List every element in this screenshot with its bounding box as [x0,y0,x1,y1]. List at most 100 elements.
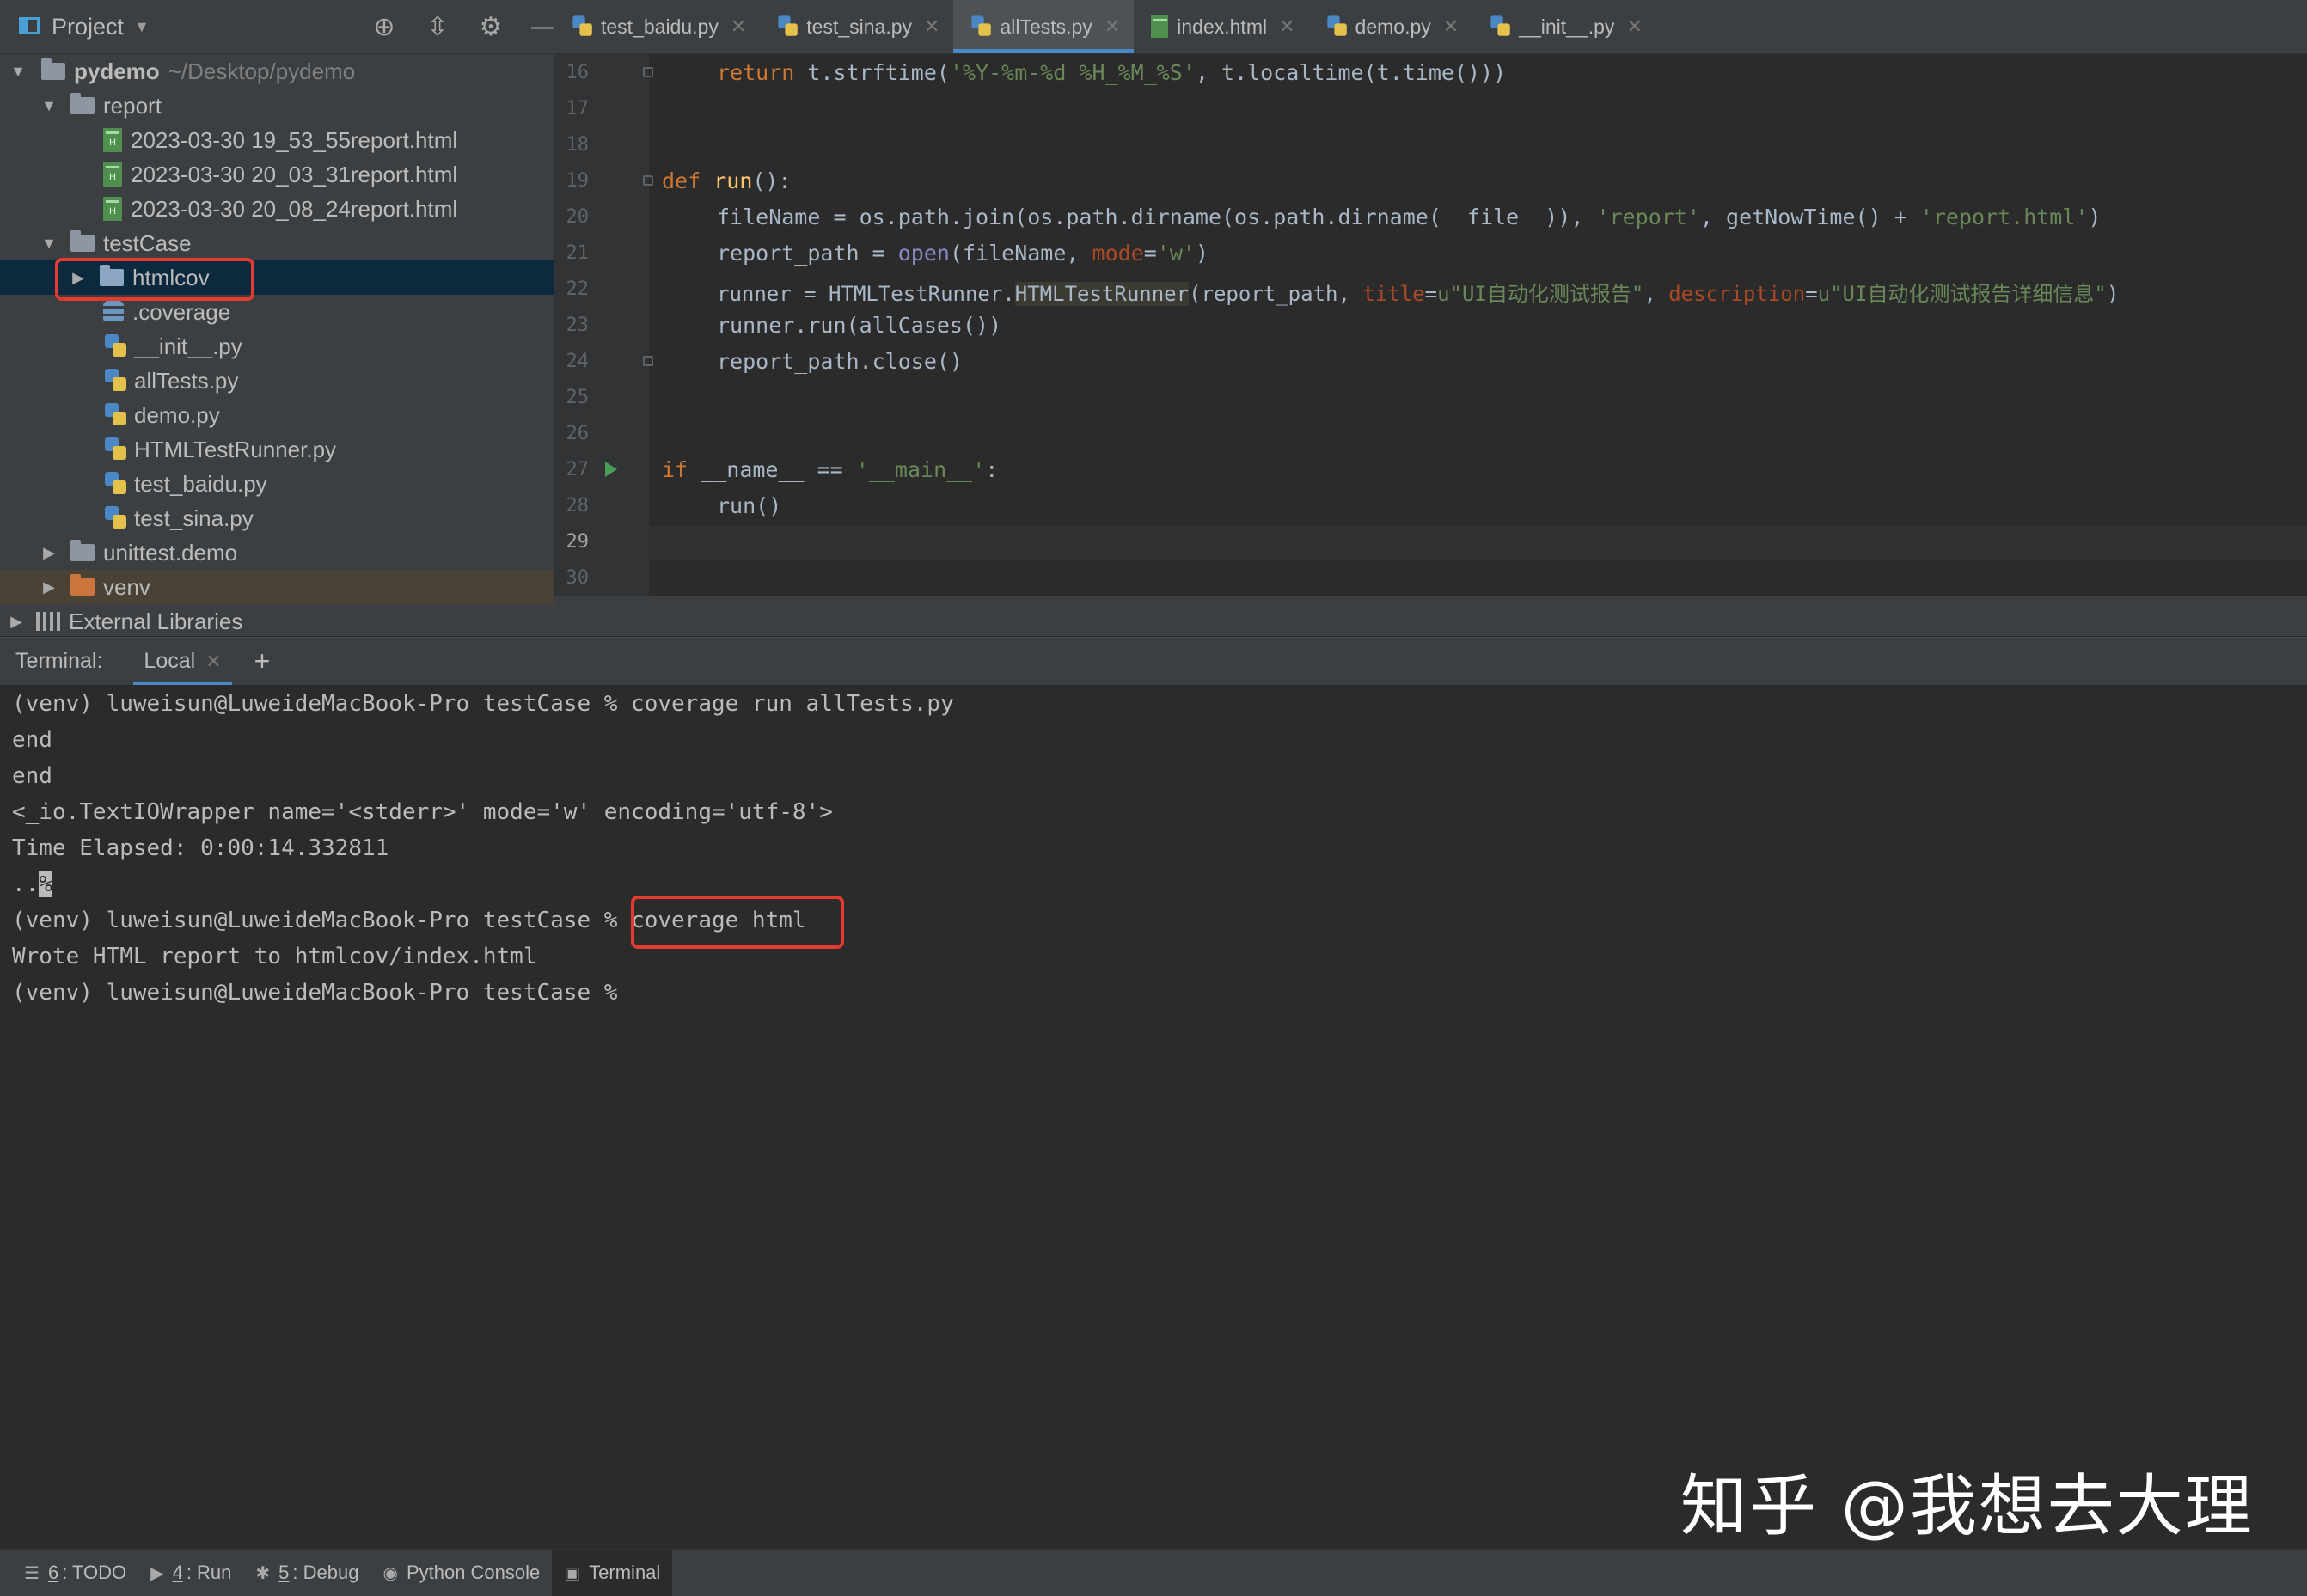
terminal-line: Wrote HTML report to htmlcov/index.html [12,944,537,969]
code-line-20: fileName = os.path.join(os.path.dirname(… [717,205,2102,229]
close-icon[interactable]: ✕ [1626,15,1642,38]
python-file-icon [572,15,592,37]
tree-item-alltests-py[interactable]: allTests.py [105,364,554,398]
tab-index-html[interactable]: index.html ✕ [1134,0,1308,53]
python-file-icon [971,15,992,37]
debug-button[interactable]: ✱ 5: Debug [243,1550,370,1596]
expand-arrow-icon[interactable]: ▼ [40,235,58,253]
line-number-current: 29 [566,531,590,553]
terminal-icon: ▣ [564,1563,581,1583]
terminal-line: <_io.TextIOWrapper name='<stderr>' mode=… [12,799,833,825]
terminal-line: Time Elapsed: 0:00:14.332811 [12,835,389,861]
tab-demo-py[interactable]: demo.py ✕ [1309,0,1473,53]
tab-alltests-py[interactable]: allTests.py ✕ [953,0,1135,53]
watermark: 知乎 @我想去大理 [1680,1468,2254,1545]
tab-test-baidu-py[interactable]: test_baidu.py ✕ [554,0,760,53]
project-path: ~/Desktop/pydemo [168,58,356,84]
tree-item-external-libraries[interactable]: ▶ External Libraries [7,604,554,636]
project-tree: ▼ pydemo ~/Desktop/pydemo ▼ report H 202… [0,54,554,636]
tree-item-pydemo[interactable]: ▼ pydemo ~/Desktop/pydemo [9,54,554,89]
tree-item-label: 2023-03-30 20_03_31report.html [131,161,458,187]
collapse-icon[interactable]: ⇳ [423,12,452,42]
terminal-button[interactable]: ▣ Terminal [552,1550,673,1596]
tree-item-htmltestrunner-py[interactable]: HTMLTestRunner.py [105,432,554,467]
project-window-icon [19,17,40,34]
tree-item-venv[interactable]: ▶ venv [0,570,554,604]
terminal-line: end [12,763,52,789]
todo-button[interactable]: ☰ 6: TODO [12,1550,138,1596]
terminal-line: end [12,727,52,753]
line-number: 28 [566,495,590,517]
fold-marker-icon[interactable] [643,356,653,366]
line-number: 18 [566,134,590,156]
bug-icon: ✱ [255,1563,271,1583]
expand-arrow-icon[interactable]: ▼ [9,63,28,81]
line-number: 21 [566,242,590,264]
list-icon: ☰ [24,1563,40,1583]
tree-item-demo-py[interactable]: demo.py [105,398,554,432]
collapse-arrow-icon[interactable]: ▶ [40,578,58,596]
run-button[interactable]: ▶ 4: Run [138,1550,243,1596]
python-file-icon [1490,15,1510,37]
python-file-icon [105,403,127,427]
python-console-button[interactable]: ◉ Python Console [370,1550,552,1596]
chevron-down-icon[interactable]: ▼ [134,18,150,36]
folder-icon [70,540,95,561]
python-file-icon [105,437,127,462]
tree-item-report-file[interactable]: H 2023-03-30 20_08_24report.html [103,192,554,226]
fold-marker-icon[interactable] [643,175,653,186]
gear-icon[interactable]: ⚙ [476,12,505,42]
line-number: 23 [566,315,590,336]
folder-icon [41,58,65,80]
line-number: 27 [566,459,590,480]
line-number: 19 [566,170,590,192]
close-icon[interactable]: ✕ [924,15,939,38]
close-icon[interactable]: ✕ [1443,15,1459,38]
tree-item-report-file[interactable]: H 2023-03-30 20_03_31report.html [103,157,554,192]
tab-init-py[interactable]: __init__.py ✕ [1472,0,1656,53]
code-line-28: run() [717,493,782,518]
collapse-arrow-icon[interactable]: ▶ [7,613,26,631]
tree-item-label: External Libraries [69,608,243,634]
python-file-icon [105,369,127,393]
python-file-icon [105,472,127,496]
project-view-selector[interactable]: Project [52,14,124,40]
database-icon [103,301,124,323]
tree-item-label: report [103,92,162,119]
html-file-icon [1151,15,1169,38]
line-number: 30 [566,567,590,589]
tree-item-label: HTMLTestRunner.py [134,436,337,462]
tree-item-report[interactable]: ▼ report [40,89,554,123]
python-file-icon [1326,15,1347,37]
line-number: 20 [566,206,590,228]
close-icon[interactable]: ✕ [205,651,221,673]
tree-item-report-file[interactable]: H 2023-03-30 19_53_55report.html [103,123,554,157]
tree-item-test-sina-py[interactable]: test_sina.py [105,501,554,535]
close-icon[interactable]: ✕ [1105,15,1120,38]
python-file-icon [105,506,127,530]
crosshair-icon[interactable]: ⊕ [370,12,399,42]
html-file-icon: H [103,197,122,221]
line-number: 17 [566,98,590,119]
tab-label: index.html [1177,15,1268,38]
current-line-highlight [649,526,2307,560]
tab-label: test_sina.py [806,15,913,38]
tree-item-testcase[interactable]: ▼ testCase [40,226,554,260]
fold-marker-icon[interactable] [643,67,653,77]
collapse-arrow-icon[interactable]: ▶ [40,544,58,562]
tree-item-label: 2023-03-30 19_53_55report.html [131,126,458,153]
library-icon [36,612,62,631]
tree-item-unittest-demo[interactable]: ▶ unittest.demo [40,535,554,570]
expand-arrow-icon[interactable]: ▼ [40,97,58,115]
terminal-tab-local[interactable]: Local ✕ [133,638,232,685]
tab-test-sina-py[interactable]: test_sina.py ✕ [760,0,953,53]
tab-label: allTests.py [1000,15,1092,38]
tab-label: demo.py [1355,15,1431,38]
new-terminal-plus-icon[interactable]: + [254,645,271,677]
close-icon[interactable]: ✕ [1279,15,1294,38]
close-icon[interactable]: ✕ [731,15,746,38]
run-gutter-icon[interactable] [605,462,617,477]
tree-item-init-py[interactable]: __init__.py [105,329,554,364]
tree-item-label: .coverage [132,298,231,325]
tree-item-test-baidu-py[interactable]: test_baidu.py [105,467,554,501]
